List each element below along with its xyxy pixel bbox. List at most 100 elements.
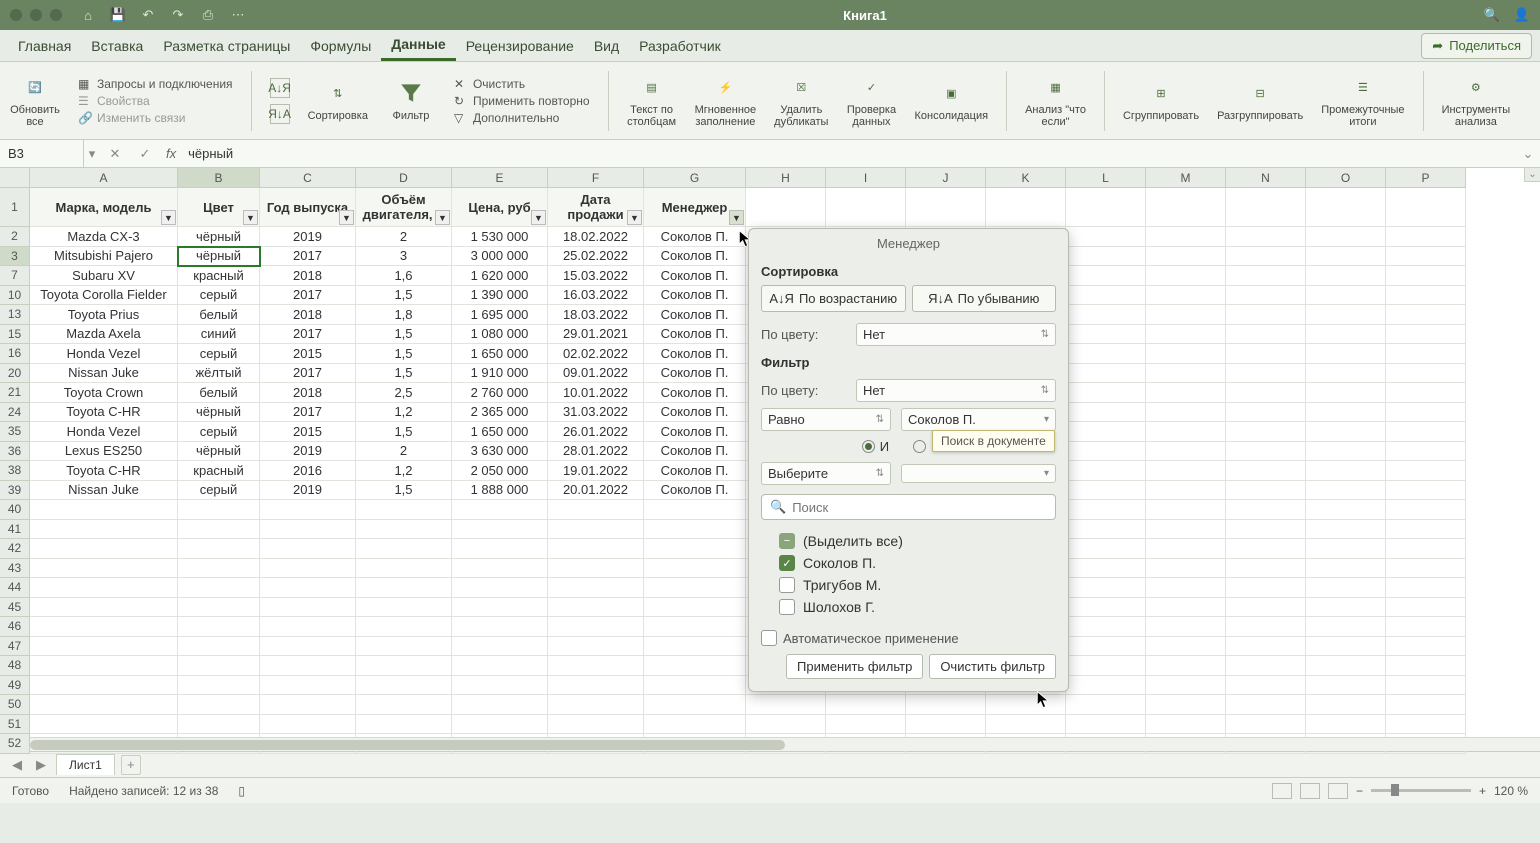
- cell[interactable]: 1,6: [356, 266, 452, 286]
- header-cell[interactable]: [1386, 188, 1466, 227]
- cell[interactable]: [1226, 305, 1306, 325]
- cell[interactable]: [1306, 500, 1386, 520]
- row-header[interactable]: 38: [0, 461, 30, 481]
- row-header[interactable]: 48: [0, 656, 30, 676]
- cell[interactable]: [1306, 461, 1386, 481]
- column-header[interactable]: A: [30, 168, 178, 188]
- cell[interactable]: [356, 637, 452, 657]
- cell[interactable]: 1,5: [356, 325, 452, 345]
- cell[interactable]: Соколов П.: [644, 227, 746, 247]
- column-header[interactable]: J: [906, 168, 986, 188]
- cell[interactable]: [548, 539, 644, 559]
- cell[interactable]: [1226, 578, 1306, 598]
- and-radio[interactable]: И: [862, 439, 889, 454]
- cell[interactable]: 10.01.2022: [548, 383, 644, 403]
- cell[interactable]: [1066, 637, 1146, 657]
- cell[interactable]: 2019: [260, 227, 356, 247]
- cell[interactable]: [1066, 500, 1146, 520]
- column-header[interactable]: G: [644, 168, 746, 188]
- cell[interactable]: Nissan Juke: [30, 364, 178, 384]
- header-cell[interactable]: Дата продажи▼: [548, 188, 644, 227]
- cell[interactable]: [746, 695, 826, 715]
- cell[interactable]: Соколов П.: [644, 286, 746, 306]
- cell[interactable]: 2 050 000: [452, 461, 548, 481]
- cell[interactable]: [178, 578, 260, 598]
- reapply-filter-button[interactable]: ↻Применить повторно: [454, 94, 590, 108]
- cell[interactable]: [1306, 422, 1386, 442]
- cell[interactable]: 1 650 000: [452, 344, 548, 364]
- cell[interactable]: [1066, 286, 1146, 306]
- cell[interactable]: красный: [178, 266, 260, 286]
- confirm-icon[interactable]: ✓: [130, 146, 160, 162]
- cell[interactable]: [1226, 442, 1306, 462]
- cell[interactable]: [1146, 481, 1226, 501]
- cell[interactable]: [1306, 656, 1386, 676]
- cell[interactable]: [260, 500, 356, 520]
- maximize-window-button[interactable]: [50, 9, 62, 21]
- row-header[interactable]: 35: [0, 422, 30, 442]
- cell[interactable]: 26.01.2022: [548, 422, 644, 442]
- zoom-out-button[interactable]: −: [1356, 784, 1363, 798]
- cell[interactable]: 1,5: [356, 422, 452, 442]
- cancel-icon[interactable]: ✕: [100, 146, 130, 162]
- cell[interactable]: [30, 539, 178, 559]
- cell[interactable]: [178, 598, 260, 618]
- cell[interactable]: [1146, 715, 1226, 735]
- cell[interactable]: Соколов П.: [644, 422, 746, 442]
- cell[interactable]: 1,5: [356, 344, 452, 364]
- header-cell[interactable]: [826, 188, 906, 227]
- cell[interactable]: [1386, 286, 1466, 306]
- cell[interactable]: [260, 715, 356, 735]
- cell[interactable]: [1146, 344, 1226, 364]
- cell[interactable]: 1 620 000: [452, 266, 548, 286]
- cell[interactable]: [30, 715, 178, 735]
- column-header[interactable]: L: [1066, 168, 1146, 188]
- filter-dropdown-icon[interactable]: ▼: [435, 210, 450, 225]
- cell[interactable]: [548, 520, 644, 540]
- cell[interactable]: [1146, 578, 1226, 598]
- header-cell[interactable]: Цвет▼: [178, 188, 260, 227]
- cell[interactable]: 28.01.2022: [548, 442, 644, 462]
- row-header[interactable]: 10: [0, 286, 30, 306]
- cell[interactable]: 2018: [260, 383, 356, 403]
- cell[interactable]: [548, 637, 644, 657]
- zoom-in-button[interactable]: +: [1479, 784, 1486, 798]
- cell[interactable]: 2017: [260, 364, 356, 384]
- text-to-columns-button[interactable]: ▤Текст по столбцам: [627, 73, 677, 128]
- cell[interactable]: [1386, 676, 1466, 696]
- cell[interactable]: [1226, 383, 1306, 403]
- cell[interactable]: 3 630 000: [452, 442, 548, 462]
- cell[interactable]: 2015: [260, 344, 356, 364]
- cell[interactable]: [1386, 481, 1466, 501]
- cell[interactable]: [548, 676, 644, 696]
- header-cell[interactable]: Менеджер▼: [644, 188, 746, 227]
- cell[interactable]: [1306, 403, 1386, 423]
- row-header[interactable]: 45: [0, 598, 30, 618]
- cell[interactable]: 1 530 000: [452, 227, 548, 247]
- cell[interactable]: [1226, 422, 1306, 442]
- select-all-checkbox[interactable]: −(Выделить все): [779, 530, 1050, 552]
- cell[interactable]: [1146, 286, 1226, 306]
- cell[interactable]: 3: [356, 247, 452, 267]
- row-header[interactable]: 1: [0, 188, 30, 227]
- cell[interactable]: [644, 617, 746, 637]
- cell[interactable]: [1386, 559, 1466, 579]
- filter-dropdown-icon[interactable]: ▼: [161, 210, 176, 225]
- remove-duplicates-button[interactable]: ☒Удалить дубликаты: [774, 73, 828, 128]
- row-header[interactable]: 39: [0, 481, 30, 501]
- cell[interactable]: [1306, 344, 1386, 364]
- filter-by-color-select[interactable]: Нет⇅: [856, 379, 1056, 402]
- cell[interactable]: 2017: [260, 247, 356, 267]
- row-header[interactable]: 21: [0, 383, 30, 403]
- cell[interactable]: [1066, 559, 1146, 579]
- cell[interactable]: [452, 559, 548, 579]
- cell[interactable]: [1386, 227, 1466, 247]
- prev-sheet-icon[interactable]: ◀: [8, 757, 26, 773]
- row-header[interactable]: 13: [0, 305, 30, 325]
- cell[interactable]: [1066, 364, 1146, 384]
- cell[interactable]: 2018: [260, 305, 356, 325]
- cell[interactable]: Соколов П.: [644, 364, 746, 384]
- cell[interactable]: [178, 676, 260, 696]
- cell[interactable]: [1066, 617, 1146, 637]
- cell[interactable]: чёрный: [178, 403, 260, 423]
